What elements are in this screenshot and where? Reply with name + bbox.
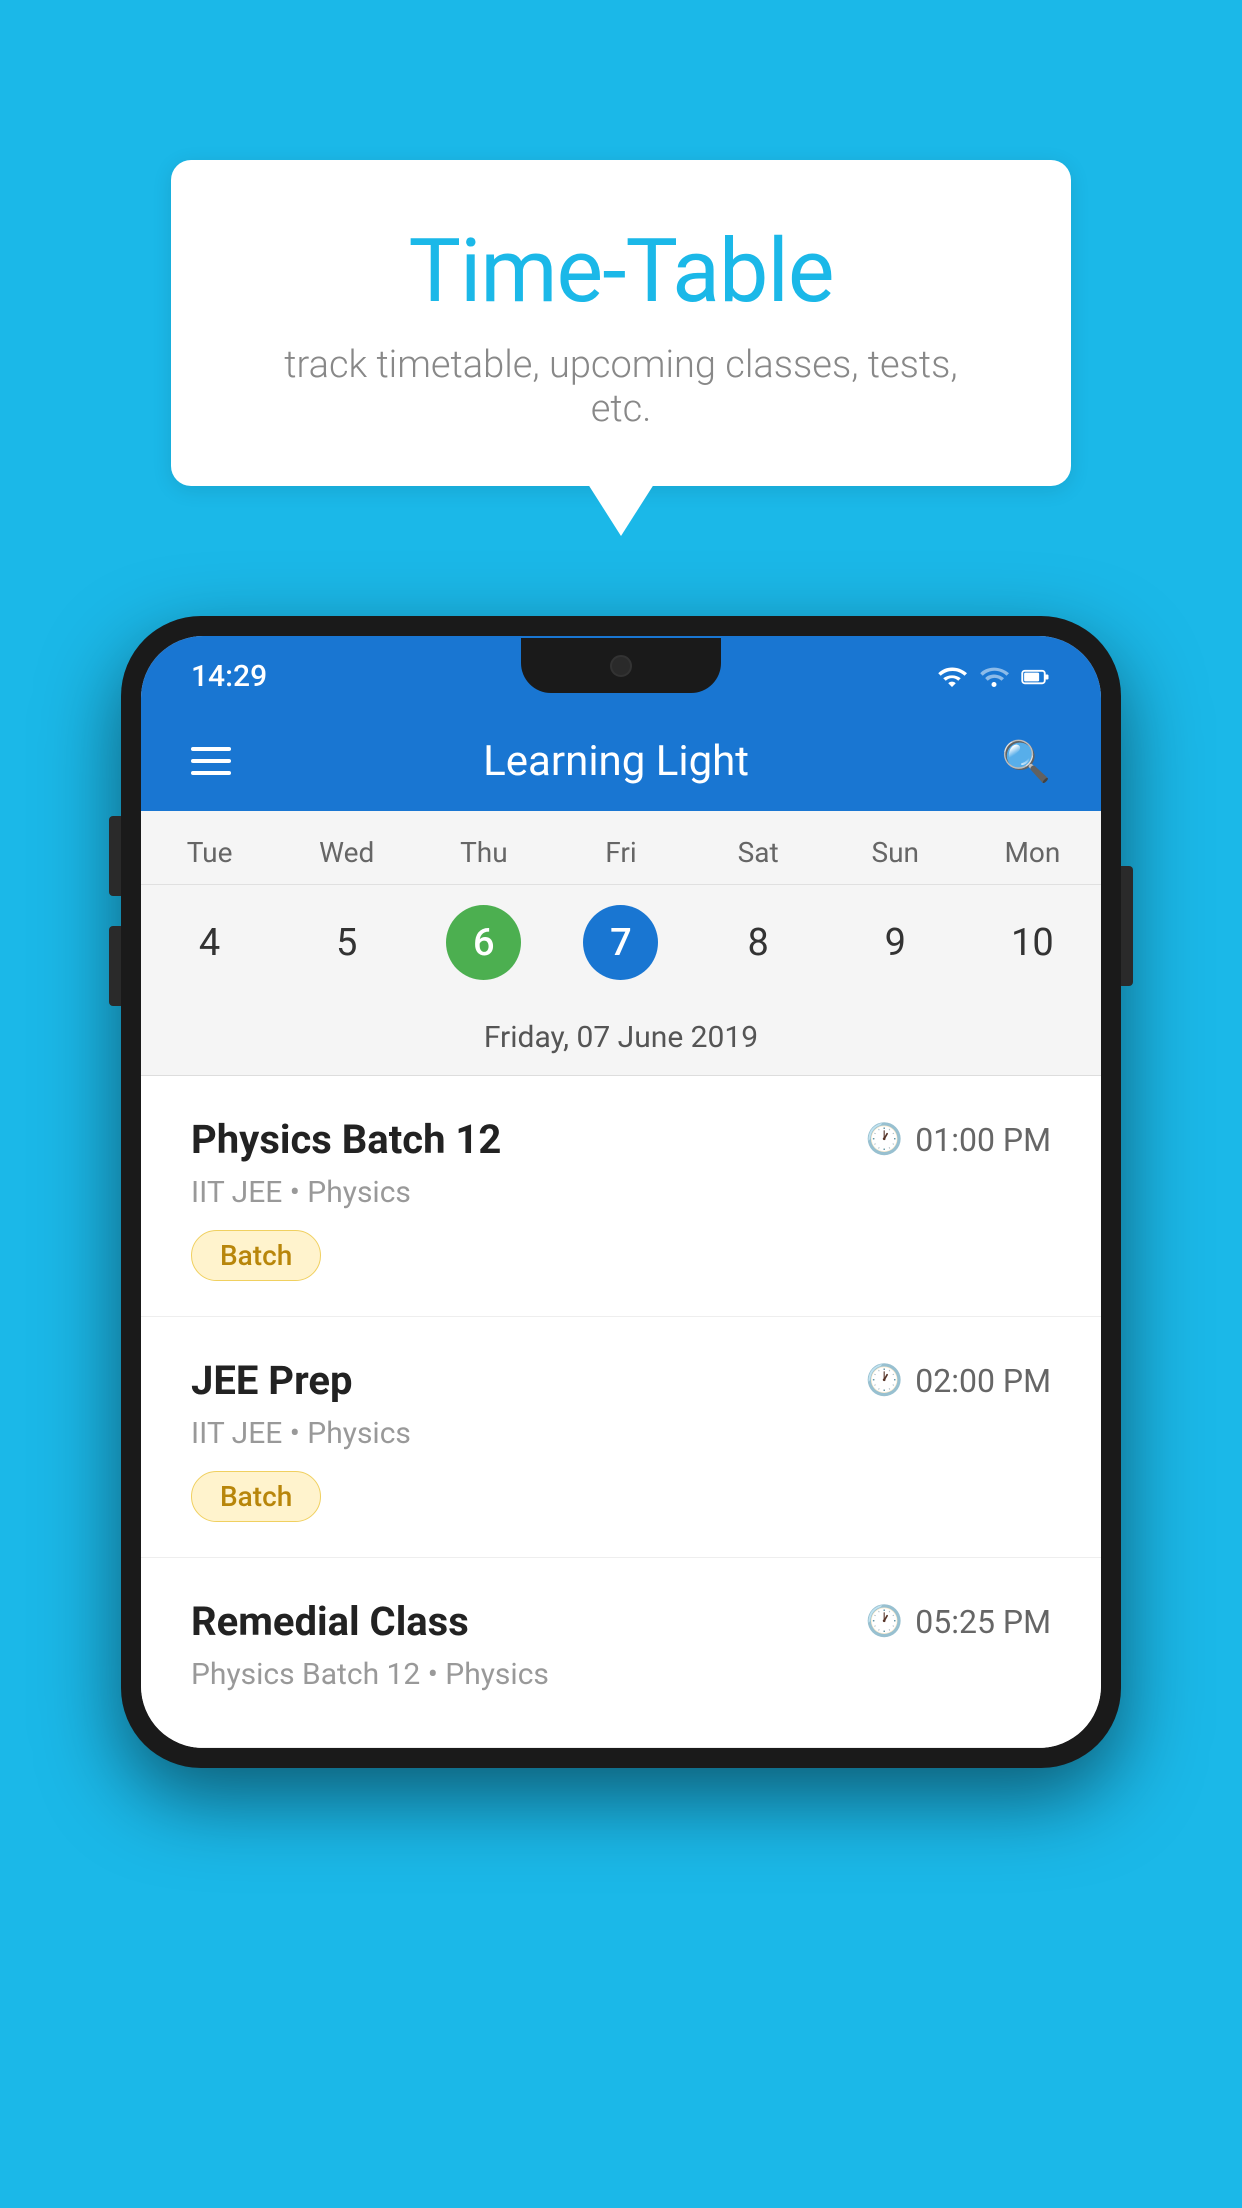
- speech-bubble-wrapper: Time-Table track timetable, upcoming cla…: [171, 160, 1071, 486]
- status-icons: [937, 662, 1051, 692]
- battery-icon: [1021, 662, 1051, 692]
- menu-icon[interactable]: [191, 747, 231, 775]
- schedule-item-2-time: 🕐 02:00 PM: [866, 1362, 1051, 1400]
- date-4[interactable]: 4: [141, 895, 278, 990]
- phone-button-power: [1121, 866, 1133, 986]
- date-9[interactable]: 9: [827, 895, 964, 990]
- calendar-days-header: Tue Wed Thu Fri Sat Sun Mon: [141, 811, 1101, 885]
- date-8[interactable]: 8: [690, 895, 827, 990]
- schedule-item-2-title: JEE Prep: [191, 1357, 352, 1404]
- day-sat: Sat: [690, 831, 827, 874]
- clock-icon-2: 🕐: [866, 1363, 903, 1398]
- day-wed: Wed: [278, 831, 415, 874]
- schedule-item-2-badge: Batch: [191, 1471, 321, 1522]
- wifi-icon: [937, 662, 967, 692]
- app-title: Learning Light: [483, 737, 749, 786]
- date-6[interactable]: 6: [415, 895, 552, 990]
- schedule-item-2-header: JEE Prep 🕐 02:00 PM: [191, 1357, 1051, 1404]
- phone-mockup: 14:29: [121, 616, 1121, 1768]
- phone-button-volume-up: [109, 816, 121, 896]
- schedule-item-1-title: Physics Batch 12: [191, 1116, 501, 1163]
- schedule-item-3[interactable]: Remedial Class 🕐 05:25 PM Physics Batch …: [141, 1558, 1101, 1748]
- schedule-item-2-time-text: 02:00 PM: [915, 1362, 1051, 1400]
- signal-icon: [979, 662, 1009, 692]
- day-tue: Tue: [141, 831, 278, 874]
- schedule-item-1-time: 🕐 01:00 PM: [866, 1121, 1051, 1159]
- speech-bubble: Time-Table track timetable, upcoming cla…: [171, 160, 1071, 486]
- speech-bubble-title: Time-Table: [251, 220, 991, 323]
- phone-body: 14:29: [121, 616, 1121, 1768]
- schedule-item-1-subtitle: IIT JEE • Physics: [191, 1175, 1051, 1210]
- phone-screen: 14:29: [141, 636, 1101, 1748]
- schedule-item-2[interactable]: JEE Prep 🕐 02:00 PM IIT JEE • Physics Ba…: [141, 1317, 1101, 1558]
- clock-icon-3: 🕐: [866, 1604, 903, 1639]
- schedule-item-1-time-text: 01:00 PM: [915, 1121, 1051, 1159]
- schedule-item-3-time-text: 05:25 PM: [915, 1603, 1051, 1641]
- schedule-item-3-time: 🕐 05:25 PM: [866, 1603, 1051, 1641]
- date-10[interactable]: 10: [964, 895, 1101, 990]
- speech-bubble-subtitle: track timetable, upcoming classes, tests…: [251, 343, 991, 431]
- selected-date-label: Friday, 07 June 2019: [141, 1010, 1101, 1076]
- schedule-item-3-title: Remedial Class: [191, 1598, 469, 1645]
- phone-button-volume-down: [109, 926, 121, 1006]
- date-5[interactable]: 5: [278, 895, 415, 990]
- schedule-item-2-subtitle: IIT JEE • Physics: [191, 1416, 1051, 1451]
- day-sun: Sun: [827, 831, 964, 874]
- calendar-dates: 4 5 6 7 8 9 10: [141, 885, 1101, 1010]
- schedule-item-1[interactable]: Physics Batch 12 🕐 01:00 PM IIT JEE • Ph…: [141, 1076, 1101, 1317]
- status-time: 14:29: [191, 659, 267, 694]
- app-bar: Learning Light 🔍: [141, 711, 1101, 811]
- phone-camera: [610, 655, 632, 677]
- schedule-item-3-header: Remedial Class 🕐 05:25 PM: [191, 1598, 1051, 1645]
- day-fri: Fri: [552, 831, 689, 874]
- schedule-item-3-subtitle: Physics Batch 12 • Physics: [191, 1657, 1051, 1692]
- day-mon: Mon: [964, 831, 1101, 874]
- schedule-item-1-header: Physics Batch 12 🕐 01:00 PM: [191, 1116, 1051, 1163]
- phone-notch: [521, 638, 721, 693]
- search-icon[interactable]: 🔍: [1001, 738, 1051, 785]
- day-thu: Thu: [415, 831, 552, 874]
- schedule-item-1-badge: Batch: [191, 1230, 321, 1281]
- clock-icon-1: 🕐: [866, 1122, 903, 1157]
- date-7[interactable]: 7: [552, 895, 689, 990]
